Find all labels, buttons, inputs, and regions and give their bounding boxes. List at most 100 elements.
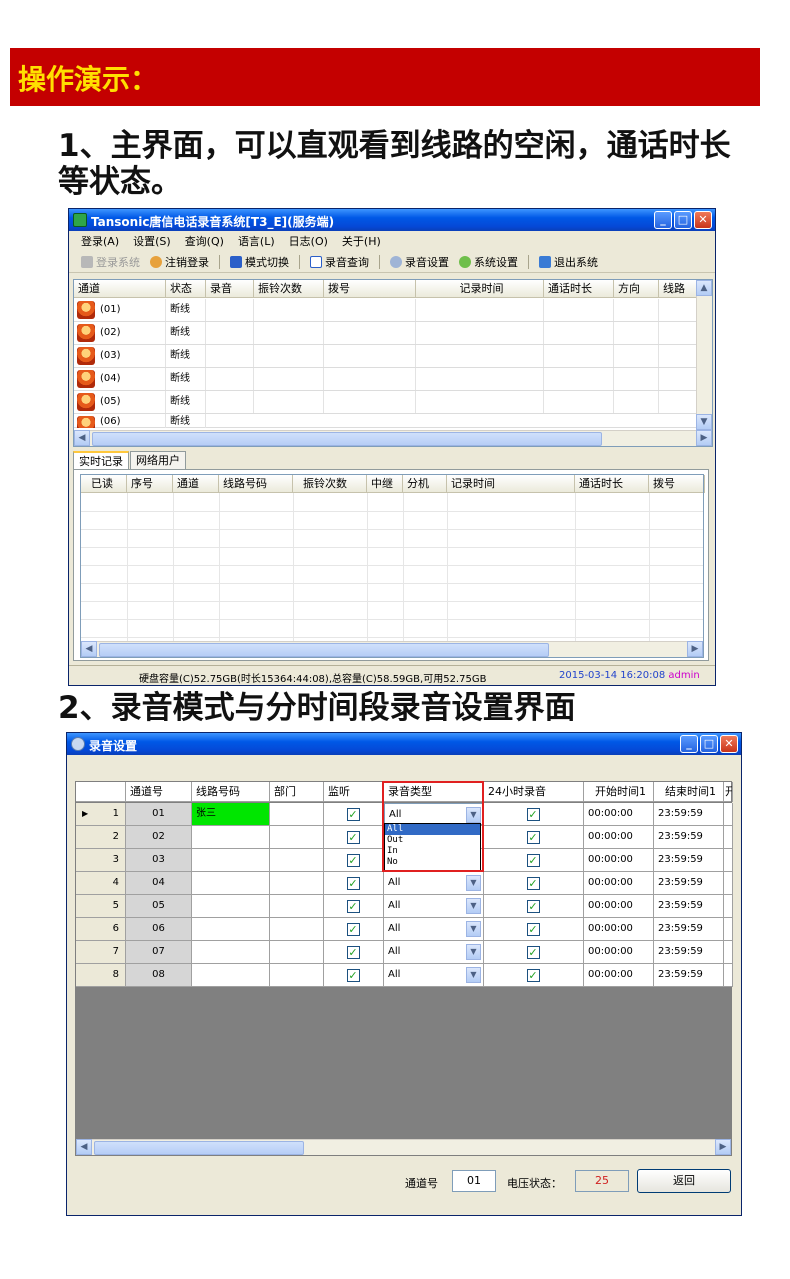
department-cell[interactable] [270, 941, 324, 963]
chevron-down-icon[interactable]: ▼ [466, 875, 481, 891]
record-query-button[interactable]: 录音查询 [310, 254, 369, 270]
col-channel-no[interactable]: 通道号 [126, 782, 192, 802]
login-system-button[interactable]: 登录系统 [81, 254, 140, 270]
channel-no-field[interactable]: 01 [452, 1170, 496, 1192]
col-status[interactable]: 状态 [166, 280, 206, 298]
minimize-icon[interactable]: _ [680, 735, 698, 753]
end-time-cell[interactable]: 23:59:59 [654, 941, 724, 963]
col-duration[interactable]: 通话时长 [544, 280, 614, 298]
scroll-left-icon[interactable]: ◀ [81, 641, 97, 657]
scroll-left-icon[interactable]: ◀ [76, 1139, 92, 1155]
start-time-2-cell[interactable] [724, 826, 733, 848]
start-time-cell[interactable]: 00:00:00 [584, 849, 654, 871]
minimize-icon[interactable]: _ [654, 211, 672, 229]
line-number-cell[interactable] [192, 849, 270, 871]
start-time-2-cell[interactable] [724, 964, 733, 986]
settings-row[interactable]: 7 07 ✓ All ▼ ✓ 00:00:00 23:59:59 [76, 941, 733, 964]
close-icon[interactable]: ✕ [720, 735, 738, 753]
menu-login[interactable]: 登录(A) [81, 233, 119, 249]
department-cell[interactable] [270, 895, 324, 917]
end-time-cell[interactable]: 23:59:59 [654, 964, 724, 986]
start-time-cell[interactable]: 00:00:00 [584, 964, 654, 986]
department-cell[interactable] [270, 918, 324, 940]
channel-vscrollbar[interactable]: ▲ ▼ [696, 280, 712, 430]
mode-switch-button[interactable]: 模式切换 [230, 254, 289, 270]
start-time-2-cell[interactable] [724, 849, 733, 871]
col-trunk[interactable]: 中继 [367, 475, 403, 493]
channel-row[interactable]: (04) 断线 [74, 368, 696, 391]
log-hscrollbar[interactable]: ◀ ▶ [81, 641, 703, 657]
col-channel[interactable]: 通道 [74, 280, 166, 298]
back-button[interactable]: 返回 [637, 1169, 731, 1193]
settings-row[interactable]: 8 08 ✓ All ▼ ✓ 00:00:00 23:59:59 [76, 964, 733, 987]
col-line-number[interactable]: 线路号码 [219, 475, 293, 493]
chevron-down-icon[interactable]: ▼ [466, 967, 481, 983]
line-number-cell[interactable] [192, 964, 270, 986]
settings-row[interactable]: 4 04 ✓ All ▼ ✓ 00:00:00 23:59:59 [76, 872, 733, 895]
menu-about[interactable]: 关于(H) [342, 233, 381, 249]
scroll-thumb[interactable] [94, 1141, 304, 1155]
col-line-number[interactable]: 线路号码 [192, 782, 270, 802]
record-type-select[interactable]: All▼ [384, 872, 484, 894]
start-time-2-cell[interactable] [724, 941, 733, 963]
col-dial[interactable]: 拨号 [324, 280, 416, 298]
col-end-time[interactable]: 结束时间1 [654, 782, 724, 802]
col-24h-record[interactable]: 24小时录音 [484, 782, 584, 802]
start-time-cell[interactable]: 00:00:00 [584, 872, 654, 894]
start-time-2-cell[interactable] [724, 895, 733, 917]
record-24h-checkbox[interactable]: ✓ [526, 900, 540, 913]
chevron-down-icon[interactable]: ▼ [466, 944, 481, 960]
monitor-checkbox[interactable]: ✓ [346, 946, 360, 959]
channel-row[interactable]: (06) 断线 [74, 414, 696, 428]
col-log-ring[interactable]: 振铃次数 [293, 475, 367, 493]
record-type-select[interactable]: All▼ [384, 918, 484, 940]
end-time-cell[interactable]: 23:59:59 [654, 803, 724, 825]
record-24h-checkbox[interactable]: ✓ [526, 831, 540, 844]
record-settings-button[interactable]: 录音设置 [390, 254, 449, 270]
col-log-dial[interactable]: 拨号 [649, 475, 705, 493]
col-record[interactable]: 录音 [206, 280, 254, 298]
department-cell[interactable] [270, 964, 324, 986]
record-type-select[interactable]: All▼ [384, 964, 484, 986]
channel-hscrollbar[interactable]: ◀ ▶ [74, 430, 712, 446]
exit-system-button[interactable]: 退出系统 [539, 254, 598, 270]
monitor-checkbox[interactable]: ✓ [346, 877, 360, 890]
channel-row[interactable]: (03) 断线 [74, 345, 696, 368]
menu-log[interactable]: 日志(O) [289, 233, 328, 249]
record-24h-checkbox[interactable]: ✓ [526, 808, 540, 821]
line-number-cell[interactable] [192, 941, 270, 963]
channel-row[interactable]: (02) 断线 [74, 322, 696, 345]
channel-row[interactable]: (05) 断线 [74, 391, 696, 414]
department-cell[interactable] [270, 803, 324, 825]
col-seq[interactable]: 序号 [127, 475, 173, 493]
col-direction[interactable]: 方向 [614, 280, 659, 298]
settings-row[interactable]: 6 06 ✓ All ▼ ✓ 00:00:00 23:59:59 [76, 918, 733, 941]
tab-realtime-log[interactable]: 实时记录 [73, 451, 129, 469]
end-time-cell[interactable]: 23:59:59 [654, 849, 724, 871]
col-log-time[interactable]: 记录时间 [447, 475, 575, 493]
settings-row[interactable]: 5 05 ✓ All ▼ ✓ 00:00:00 23:59:59 [76, 895, 733, 918]
line-number-cell[interactable] [192, 826, 270, 848]
scroll-thumb[interactable] [92, 432, 602, 446]
monitor-checkbox[interactable]: ✓ [346, 854, 360, 867]
start-time-cell[interactable]: 00:00:00 [584, 941, 654, 963]
monitor-checkbox[interactable]: ✓ [346, 900, 360, 913]
scroll-right-icon[interactable]: ▶ [687, 641, 703, 657]
start-time-cell[interactable]: 00:00:00 [584, 918, 654, 940]
monitor-checkbox[interactable]: ✓ [346, 808, 360, 821]
menu-query[interactable]: 查询(Q) [185, 233, 224, 249]
end-time-cell[interactable]: 23:59:59 [654, 872, 724, 894]
col-log-duration[interactable]: 通话时长 [575, 475, 649, 493]
settings-hscrollbar[interactable]: ◀ ▶ [76, 1139, 731, 1155]
col-start-time[interactable]: 开始时间1 [584, 782, 654, 802]
line-number-cell[interactable] [192, 872, 270, 894]
start-time-2-cell[interactable] [724, 803, 733, 825]
main-titlebar[interactable]: Tansonic唐信电话录音系统[T3_E](服务端) _ □ ✕ [69, 209, 715, 231]
end-time-cell[interactable]: 23:59:59 [654, 918, 724, 940]
scroll-up-icon[interactable]: ▲ [696, 280, 712, 296]
logout-button[interactable]: 注销登录 [150, 254, 209, 270]
col-extension[interactable]: 分机 [403, 475, 447, 493]
menu-settings[interactable]: 设置(S) [133, 233, 171, 249]
scroll-right-icon[interactable]: ▶ [715, 1139, 731, 1155]
col-department[interactable]: 部门 [270, 782, 324, 802]
